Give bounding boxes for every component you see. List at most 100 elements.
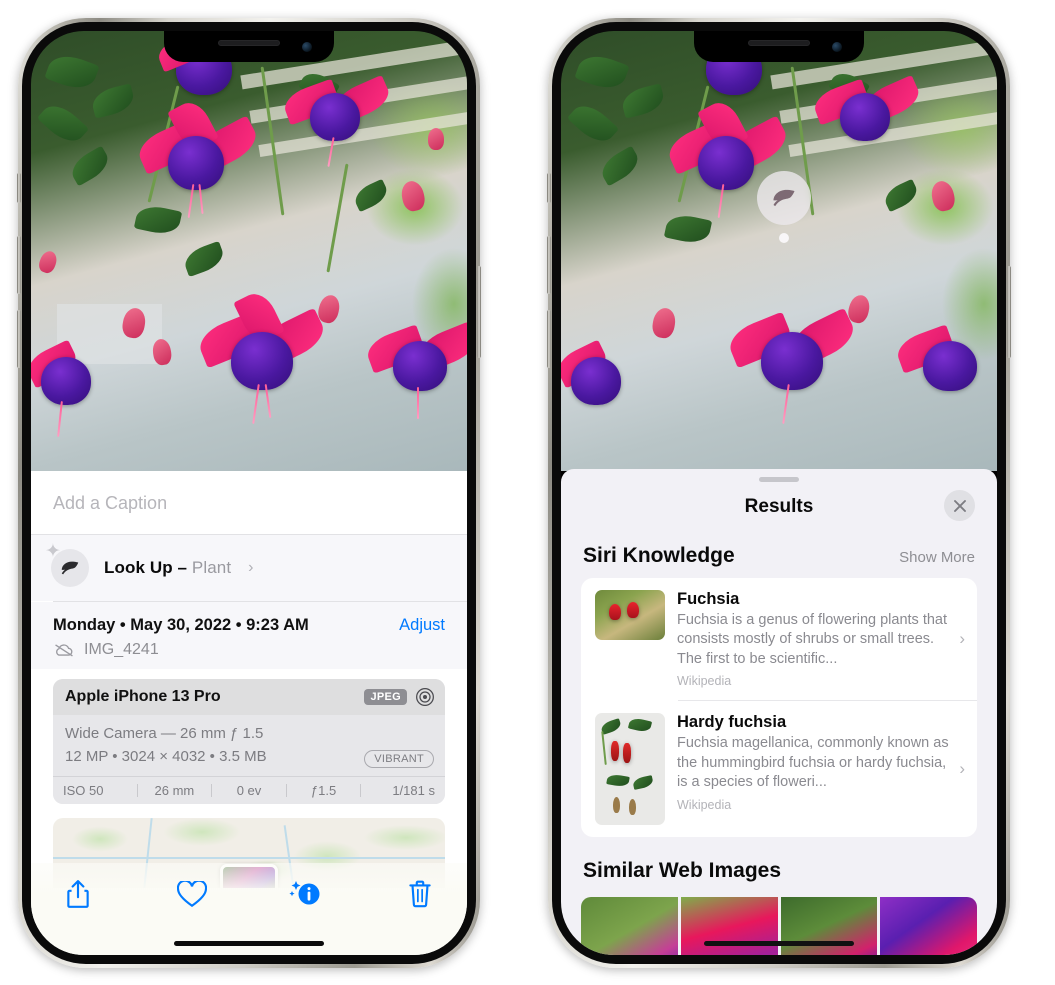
photo-date: Monday • May 30, 2022 • 9:23 AM [53, 616, 309, 634]
home-indicator-right [704, 941, 854, 946]
share-button[interactable] [61, 877, 95, 911]
aperture-icon [416, 688, 434, 706]
chevron-right-icon: › [248, 559, 254, 576]
front-camera-icon [832, 42, 842, 52]
photo-viewer-left[interactable] [31, 31, 467, 471]
silence-switch-right[interactable] [547, 173, 551, 203]
cloud-slash-icon [55, 644, 73, 657]
look-up-prefix: Look Up – [104, 558, 192, 577]
knowledge-body: Hardy fuchsia Fuchsia magellanica, commo… [677, 713, 965, 811]
info-button[interactable] [289, 877, 323, 911]
leaf-icon [773, 189, 795, 207]
notch-left [164, 31, 334, 62]
knowledge-thumbnail [595, 713, 665, 826]
exif-row: ISO 50 26 mm 0 ev ƒ1.5 1/181 s [53, 776, 445, 804]
look-up-row[interactable]: ✦ Look Up – Plant › [31, 535, 467, 601]
siri-knowledge-title: Siri Knowledge [583, 544, 735, 567]
similar-web-images-row [561, 897, 997, 955]
camera-card-body: Wide Camera — 26 mm ƒ 1.5 12 MP • 3024 ×… [53, 715, 445, 776]
sparkle-icon: ✦ [45, 541, 61, 562]
fuchsia-flower [561, 339, 661, 439]
knowledge-title: Fuchsia [677, 590, 740, 608]
similar-image-thumb[interactable] [880, 897, 977, 955]
knowledge-title: Hardy fuchsia [677, 713, 787, 732]
fuchsia-flower [31, 339, 131, 439]
photo-viewer-right[interactable] [561, 31, 997, 471]
knowledge-description: Fuchsia is a genus of flowering plants t… [677, 612, 948, 667]
similar-web-images-header: Similar Web Images [561, 837, 997, 893]
exif-iso: ISO 50 [63, 783, 104, 798]
front-camera-icon [302, 42, 312, 52]
screenshot-stage: Add a Caption ✦ Look Up – Plant › Monday… [0, 0, 1055, 985]
similar-image-thumb[interactable] [680, 897, 778, 955]
flower-bud [427, 127, 444, 150]
volume-down-button-left[interactable] [17, 310, 21, 368]
home-indicator-left [174, 941, 324, 946]
knowledge-row[interactable]: Fuchsia Fuchsia is a genus of flowering … [581, 578, 977, 700]
delete-button[interactable] [403, 877, 437, 911]
exif-shutter: 1/181 s [392, 783, 435, 798]
show-more-button[interactable]: Show More [899, 549, 975, 566]
silence-switch-left[interactable] [17, 173, 21, 203]
siri-knowledge-card: Fuchsia Fuchsia is a genus of flowering … [581, 578, 977, 838]
map-road [53, 856, 445, 859]
photo-metadata: Monday • May 30, 2022 • 9:23 AM Adjust I… [31, 602, 467, 669]
photo-info-sheet: Add a Caption ✦ Look Up – Plant › Monday… [31, 471, 467, 955]
fuchsia-flower [280, 71, 398, 171]
fuchsia-flower [363, 321, 467, 421]
similar-image-thumb[interactable] [780, 897, 878, 955]
results-sheet: Results Siri Knowledge Show More Fuchsia… [561, 469, 997, 955]
screen-right: Results Siri Knowledge Show More Fuchsia… [561, 31, 997, 955]
camera-device: Apple iPhone 13 Pro [65, 688, 221, 705]
results-header: Results [561, 482, 997, 522]
screen-left: Add a Caption ✦ Look Up – Plant › Monday… [31, 31, 467, 955]
exif-aperture: ƒ1.5 [310, 783, 337, 798]
adjust-button[interactable]: Adjust [399, 616, 445, 635]
lookup-badge: ✦ [45, 542, 89, 587]
exif-exposure: 0 ev [236, 783, 262, 798]
vibrant-badge: VIBRANT [364, 750, 434, 768]
fuchsia-flower [724, 304, 865, 424]
close-icon [953, 499, 966, 512]
similar-web-images-title: Similar Web Images [583, 859, 782, 883]
fuchsia-flower [134, 96, 264, 220]
knowledge-source: Wikipedia [677, 674, 732, 689]
lens-line: Wide Camera — 26 mm ƒ 1.5 [65, 725, 264, 742]
close-button[interactable] [944, 490, 975, 521]
visual-lookup-anchor-dot [779, 233, 789, 243]
format-badge: JPEG [364, 689, 407, 705]
earpiece-speaker [218, 40, 280, 46]
siri-knowledge-header: Siri Knowledge Show More [561, 522, 997, 578]
favorite-button[interactable] [175, 877, 209, 911]
camera-info-card[interactable]: Apple iPhone 13 Pro JPEG Wide Camera — 2… [53, 679, 445, 804]
photo-filename: IMG_4241 [84, 641, 159, 658]
results-title: Results [744, 496, 814, 517]
fuchsia-flower [893, 321, 997, 421]
knowledge-description: Fuchsia magellanica, commonly known as t… [677, 735, 949, 791]
chevron-right-icon: › [959, 759, 965, 779]
camera-card-header: Apple iPhone 13 Pro JPEG [53, 679, 445, 715]
look-up-subject: Plant [191, 558, 232, 577]
power-button-left[interactable] [477, 266, 481, 358]
power-button-right[interactable] [1007, 266, 1011, 358]
leaf-icon [61, 561, 79, 575]
knowledge-source: Wikipedia [677, 797, 732, 812]
earpiece-speaker [748, 40, 810, 46]
notch-right [694, 31, 864, 62]
look-up-label: Look Up – Plant [104, 558, 231, 578]
exif-focal: 26 mm [154, 783, 195, 798]
knowledge-thumbnail [595, 590, 665, 640]
knowledge-body: Fuchsia Fuchsia is a genus of flowering … [677, 590, 965, 688]
caption-input[interactable]: Add a Caption [31, 471, 467, 535]
similar-image-thumb[interactable] [581, 897, 678, 955]
fuchsia-flower [810, 71, 928, 171]
knowledge-row[interactable]: Hardy fuchsia Fuchsia magellanica, commo… [581, 701, 977, 837]
volume-up-button-left[interactable] [17, 236, 21, 294]
volume-down-button-right[interactable] [547, 310, 551, 368]
iphone-right: Results Siri Knowledge Show More Fuchsia… [547, 18, 1011, 968]
visual-lookup-plant-badge[interactable] [757, 171, 811, 225]
iphone-left: Add a Caption ✦ Look Up – Plant › Monday… [17, 18, 481, 968]
fuchsia-flower [194, 287, 335, 424]
volume-up-button-right[interactable] [547, 236, 551, 294]
chevron-right-icon: › [959, 629, 965, 649]
